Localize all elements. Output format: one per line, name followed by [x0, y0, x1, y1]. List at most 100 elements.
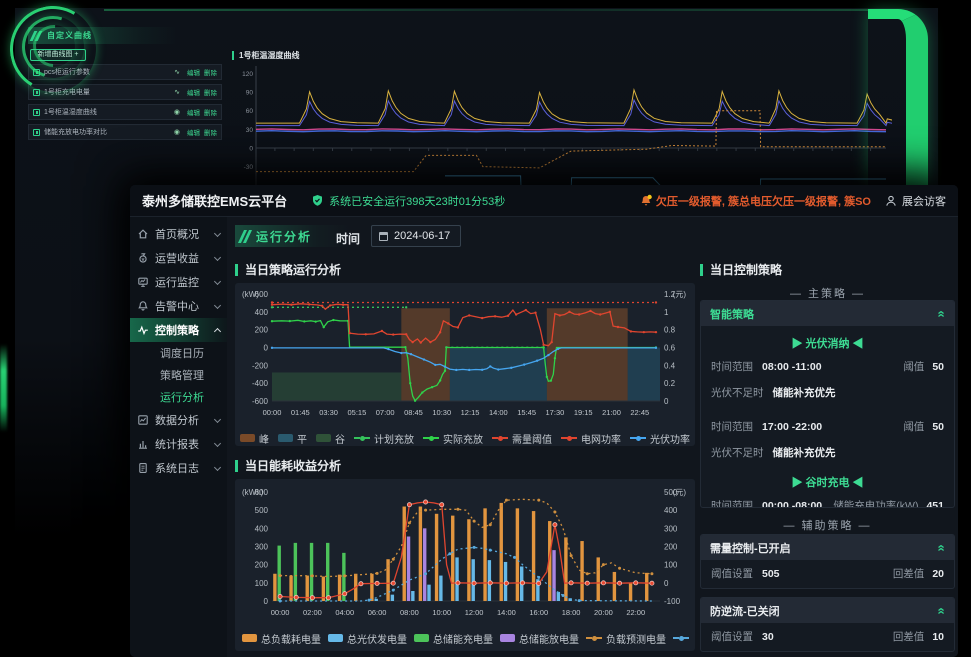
- curve-list-item[interactable]: 储能充放电功率对比 ◉ 编辑 删除: [28, 124, 222, 140]
- main-content: 运行分析 时间 2024-06-17 当日策略运行分析 (kW)(元)6001.…: [227, 217, 958, 657]
- edit-link[interactable]: 编辑: [187, 67, 200, 77]
- svg-text:08:00: 08:00: [400, 608, 419, 617]
- page-title: 运行分析: [235, 225, 350, 247]
- sidebar-item-home-overview[interactable]: 首页概况: [130, 222, 227, 246]
- legend-item[interactable]: 光伏预: [673, 631, 692, 646]
- svg-text:01:45: 01:45: [291, 408, 310, 417]
- legend-swatch: [500, 634, 515, 642]
- collapse-icon[interactable]: «: [936, 544, 946, 551]
- svg-text:200: 200: [255, 326, 269, 335]
- checkbox-icon[interactable]: [33, 89, 40, 96]
- edit-link[interactable]: 编辑: [187, 107, 200, 117]
- edit-link[interactable]: 编辑: [187, 87, 200, 97]
- legend-item[interactable]: 总光伏发电量: [328, 631, 407, 646]
- legend-item[interactable]: 总负载耗电量: [242, 631, 321, 646]
- legend-item[interactable]: 计划充放: [354, 431, 414, 446]
- user-icon: [885, 195, 897, 207]
- legend-item[interactable]: 总储能放电量: [500, 631, 579, 646]
- legend-item[interactable]: 需量阈值: [492, 431, 552, 446]
- legend-item[interactable]: 总储能充电量: [414, 631, 493, 646]
- svg-text:16:00: 16:00: [529, 608, 548, 617]
- svg-text:-400: -400: [252, 379, 269, 388]
- legend-item[interactable]: 光伏功率: [630, 431, 690, 446]
- checkbox-icon[interactable]: [33, 69, 40, 76]
- add-curve-button[interactable]: 新增曲线图 +: [30, 49, 86, 61]
- strategy-row: 阈值设置505 回差值20: [701, 560, 954, 586]
- demand-control-header[interactable]: 需量控制-已开启 «: [701, 535, 954, 560]
- eye-icon: ◉: [174, 108, 180, 116]
- svg-text:22:45: 22:45: [630, 408, 649, 417]
- collapse-icon[interactable]: «: [936, 310, 946, 317]
- sidebar-item-monitoring[interactable]: 运行监控: [130, 270, 227, 294]
- edit-link[interactable]: 编辑: [187, 127, 200, 137]
- monitor-icon: [137, 276, 149, 288]
- chevron-up-icon: [214, 328, 221, 335]
- sidebar-item-statistics-report[interactable]: 统计报表: [130, 432, 227, 456]
- sidebar-item-schedule-calendar[interactable]: 调度日历: [130, 342, 227, 364]
- smart-strategy-card: 智能策略 « ▶ 光伏消纳 ◀ 时间范围08:00 -11:00 阈值50 光伏…: [700, 300, 955, 508]
- strategy-row: 时间范围00:00 -08:00 储能充电功率(kW)451: [701, 492, 954, 508]
- section-title-strategy-analysis: 当日策略运行分析: [235, 261, 341, 278]
- wave-icon: [137, 324, 149, 336]
- curve-list-item[interactable]: 1号柜温湿度曲线 ◉ 编辑 删除: [28, 104, 222, 120]
- strategy-row: 光伏不足时储能补充优先: [701, 439, 954, 465]
- smart-strategy-header[interactable]: 智能策略 «: [701, 301, 954, 326]
- svg-text:1: 1: [664, 308, 669, 317]
- right-glow-bar: [868, 9, 928, 187]
- home-icon: [137, 228, 149, 240]
- delete-link[interactable]: 删除: [204, 127, 217, 137]
- curve-list-item[interactable]: 1号柜充电电量 ∿ 编辑 删除: [28, 84, 222, 100]
- svg-text:0.8: 0.8: [664, 326, 676, 335]
- date-picker[interactable]: 2024-06-17: [371, 225, 461, 247]
- legend-item[interactable]: 平: [278, 431, 307, 446]
- left-glow-bar: [0, 344, 7, 432]
- legend-item[interactable]: 谷: [316, 431, 345, 446]
- sidebar-item-system-log[interactable]: 系统日志: [130, 456, 227, 480]
- legend-swatch: [586, 637, 602, 639]
- svg-text:18:00: 18:00: [562, 608, 581, 617]
- checkbox-icon[interactable]: [33, 109, 40, 116]
- delete-link[interactable]: 删除: [204, 67, 217, 77]
- anti-backflow-header[interactable]: 防逆流-已关闭 «: [701, 598, 954, 623]
- calendar-icon: [379, 232, 388, 241]
- section-title-energy-revenue: 当日能耗收益分析: [235, 457, 341, 474]
- eye-icon: ◉: [174, 128, 180, 136]
- strategy-row: 光伏不足时储能补充优先: [701, 379, 954, 405]
- delete-link[interactable]: 删除: [204, 87, 217, 97]
- svg-text:00:00: 00:00: [271, 608, 290, 617]
- svg-text:1.2: 1.2: [664, 290, 676, 299]
- sidebar-item-operation-analysis[interactable]: 运行分析: [130, 386, 227, 408]
- alarm-bell-icon: [639, 194, 653, 208]
- curve-list-item[interactable]: pcs柜运行参数 ∿ 编辑 删除: [28, 64, 222, 80]
- sidebar-item-strategy-management[interactable]: 策略管理: [130, 364, 227, 386]
- aux-strategy-separator: — 辅助策略 —: [700, 517, 955, 533]
- legend-item[interactable]: 实际充放: [423, 431, 483, 446]
- chevron-down-icon: [214, 415, 221, 422]
- svg-text:200: 200: [664, 543, 678, 552]
- legend-item[interactable]: 电网功率: [561, 431, 621, 446]
- sidebar-item-revenue[interactable]: 运营收益: [130, 246, 227, 270]
- alarm-ticker[interactable]: 欠压一级报警, 簇总电压欠压一级报警, 簇SO: [639, 193, 871, 209]
- sidebar-item-control-strategy[interactable]: 控制策略: [130, 318, 227, 342]
- chevron-down-icon: [214, 253, 221, 260]
- legend-item[interactable]: 峰: [240, 431, 269, 446]
- sidebar-item-data-analysis[interactable]: 数据分析: [130, 408, 227, 432]
- svg-text:0: 0: [664, 579, 669, 588]
- chart-legend: 峰平谷计划充放实际充放需量阈值电网功率光伏功率: [238, 428, 692, 448]
- anti-backflow-card: 防逆流-已关闭 « 阈值设置30 回差值10: [700, 597, 955, 652]
- user-menu[interactable]: 展会访客: [885, 193, 946, 209]
- checkbox-icon[interactable]: [33, 129, 40, 136]
- delete-link[interactable]: 删除: [204, 107, 217, 117]
- legend-item[interactable]: 负载预测电量: [586, 631, 666, 646]
- chevron-down-icon: [214, 229, 221, 236]
- svg-text:12:15: 12:15: [461, 408, 480, 417]
- bar-chart-icon: [137, 438, 149, 450]
- svg-text:30: 30: [246, 127, 254, 134]
- svg-text:0: 0: [664, 397, 669, 406]
- sidebar-item-alarm-center[interactable]: 告警中心: [130, 294, 227, 318]
- collapse-icon[interactable]: «: [936, 607, 946, 614]
- svg-text:-600: -600: [252, 397, 269, 406]
- chevron-down-icon: [214, 301, 221, 308]
- svg-text:0.2: 0.2: [664, 379, 676, 388]
- svg-text:-200: -200: [252, 361, 269, 370]
